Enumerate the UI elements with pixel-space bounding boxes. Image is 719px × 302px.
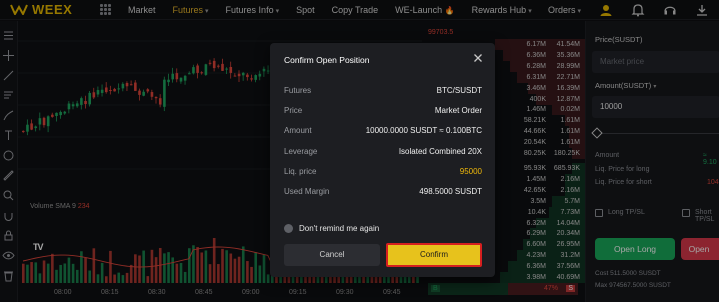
dialog-row-key: Price — [284, 106, 303, 115]
dont-remind-option[interactable]: Don't remind me again — [284, 222, 379, 234]
dialog-row-key: Amount — [284, 126, 312, 135]
dialog-row-key: Used Margin — [284, 187, 330, 196]
dialog-row: Price Market Order — [284, 106, 482, 118]
dialog-row-value: Market Order — [434, 106, 482, 115]
dialog-row-value: BTC/SUSDT — [436, 86, 482, 95]
remind-radio[interactable] — [284, 223, 293, 233]
dialog-row-key: Futures — [284, 86, 312, 95]
confirm-button[interactable]: Confirm — [386, 243, 482, 267]
dialog-row-key: Liq. price — [284, 167, 317, 176]
dialog-row-value: Isolated Combined 20X — [398, 147, 482, 156]
dialog-row: Liq. price 95000 — [284, 167, 482, 179]
dialog-row-value: 10000.0000 SUSDT ≈ 0.100BTC — [365, 126, 482, 135]
dialog-row: Used Margin 498.5000 SUSDT — [284, 187, 482, 199]
cancel-button[interactable]: Cancel — [284, 244, 380, 266]
remind-label: Don't remind me again — [299, 223, 380, 233]
dialog-title: Confirm Open Position — [284, 55, 370, 65]
dialog-row: Futures BTC/SUSDT — [284, 86, 482, 98]
dialog-row-value: 498.5000 SUSDT — [419, 187, 482, 196]
confirm-open-position-dialog: Confirm Open Position Futures BTC/SUSDT Pr… — [270, 43, 495, 277]
dialog-row-key: Leverage — [284, 147, 318, 156]
dialog-row: Leverage Isolated Combined 20X — [284, 147, 482, 159]
dialog-row-value: 95000 — [459, 167, 482, 176]
close-icon[interactable] — [473, 53, 483, 63]
dialog-row: Amount 10000.0000 SUSDT ≈ 0.100BTC — [284, 126, 482, 138]
